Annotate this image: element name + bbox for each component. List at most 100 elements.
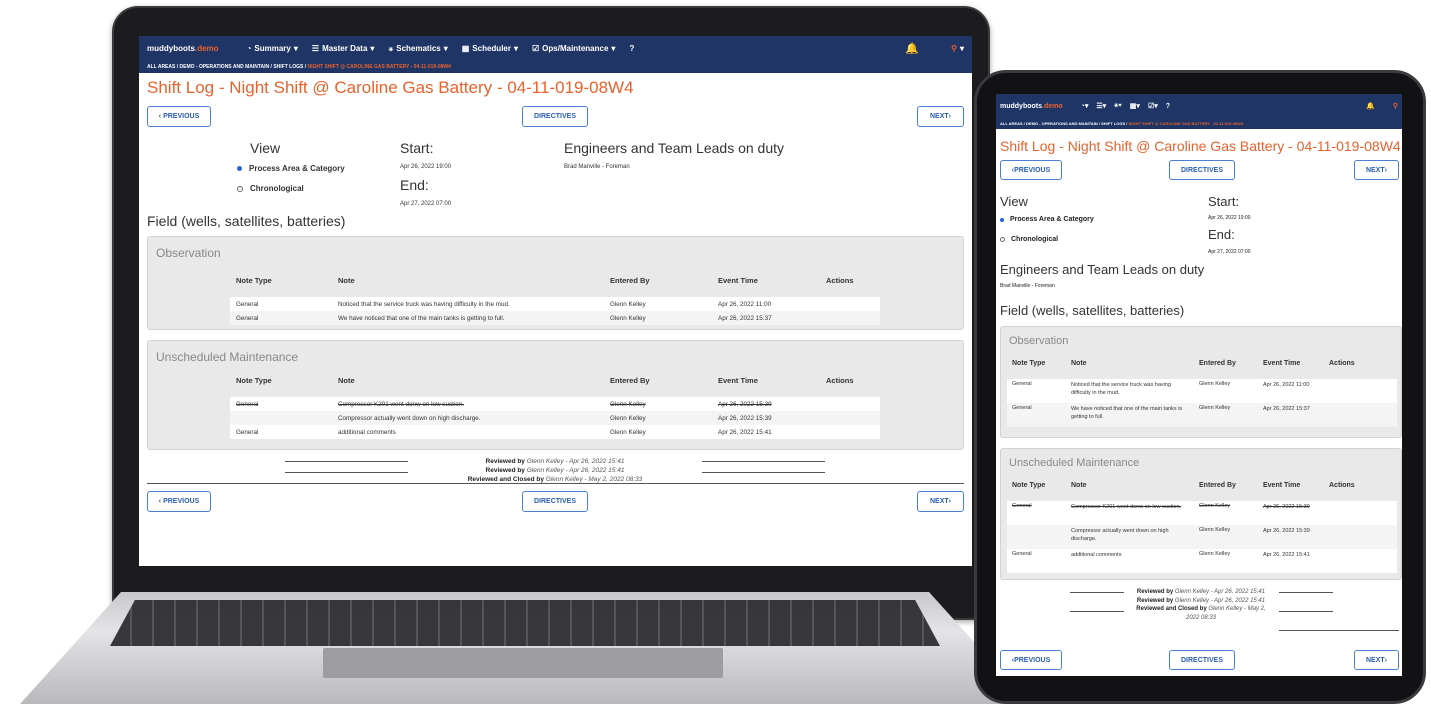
- next-button[interactable]: NEXT ›: [1354, 160, 1399, 180]
- laptop-keyboard: [110, 600, 940, 646]
- engineer-name: Brad Manville - Foreman: [564, 164, 630, 170]
- chevron-down-icon: ▾: [611, 44, 616, 53]
- breadcrumb-demo[interactable]: DEMO - OPERATIONS AND MAINTAIN: [180, 64, 270, 70]
- radio-selected-icon: [237, 166, 242, 171]
- table-row: General additional comments Glenn Kelley…: [1007, 549, 1397, 573]
- previous-button[interactable]: ‹ PREVIOUS: [147, 106, 211, 127]
- radio-unselected-icon: [237, 185, 243, 192]
- view-option-process[interactable]: Process Area & Category: [237, 164, 345, 173]
- laptop-trackpad: [323, 648, 723, 678]
- page-title: Shift Log - Night Shift @ Caroline Gas B…: [147, 78, 634, 97]
- page-title: Shift Log - Night Shift @ Caroline Gas B…: [1000, 138, 1401, 154]
- next-button[interactable]: NEXT ›: [917, 106, 964, 127]
- top-nav: muddyboots.demo ◔▾ ☰▾ ⚹▾ ▦▾ ☑▾ ? 🔔 ⚲: [996, 94, 1402, 118]
- calendar-icon: ▦: [461, 44, 470, 53]
- end-value: Apr 27, 2022 07:00: [400, 201, 452, 207]
- calendar-icon[interactable]: ▦▾: [1130, 102, 1140, 110]
- chevron-down-icon: ▾: [293, 44, 298, 53]
- menu-summary[interactable]: ◔ Summary ▾: [247, 44, 298, 53]
- user-icon[interactable]: ⚲: [1393, 102, 1398, 110]
- checklist-icon: ☑: [532, 44, 540, 53]
- help-icon[interactable]: ?: [1166, 103, 1170, 110]
- divider: [1070, 611, 1124, 612]
- breadcrumb-current: NIGHT SHIFT @ CAROLINE GAS BATTERY - 04-…: [307, 64, 451, 70]
- col-note: Note: [338, 275, 355, 285]
- bell-icon[interactable]: 🔔: [905, 42, 919, 55]
- start-label: Start:: [1208, 194, 1240, 209]
- divider: [702, 461, 825, 462]
- dashboard-icon[interactable]: ◔▾: [1081, 102, 1089, 110]
- maintenance-panel: Unscheduled Maintenance Note Type Note E…: [147, 340, 964, 450]
- observation-table: Note Type Note Entered By Event Time Act…: [230, 270, 880, 325]
- database-icon[interactable]: ☰▾: [1096, 102, 1106, 110]
- menu-ops-maintenance[interactable]: ☑ Ops/Maintenance ▾: [532, 44, 615, 53]
- bell-icon[interactable]: 🔔: [1366, 102, 1375, 110]
- review-line: Reviewed by Glenn Kelley - Apr 26, 2022 …: [485, 458, 625, 465]
- previous-button[interactable]: ‹ PREVIOUS: [1000, 650, 1062, 670]
- maintenance-panel: Unscheduled Maintenance Note Type Note E…: [1000, 448, 1402, 580]
- divider: [1279, 611, 1333, 612]
- view-heading: View: [1000, 194, 1028, 209]
- brand-logo[interactable]: muddyboots.demo: [1000, 103, 1063, 110]
- divider: [1070, 592, 1124, 593]
- engineers-heading: Engineers and Team Leads on duty: [1000, 262, 1205, 277]
- section-heading: Field (wells, satellites, batteries): [1000, 303, 1185, 318]
- previous-button[interactable]: ‹ PREVIOUS: [147, 491, 211, 512]
- user-icon[interactable]: ⚲ ▾: [951, 44, 964, 53]
- directives-button[interactable]: DIRECTIVES: [1169, 650, 1235, 670]
- database-icon: ☰: [311, 44, 320, 53]
- review-block: Reviewed by Glenn Kelley - Apr 26, 2022 …: [419, 457, 691, 484]
- menu-scheduler[interactable]: ▦ Scheduler ▾: [462, 44, 518, 53]
- section-heading: Field (wells, satellites, batteries): [147, 213, 346, 229]
- col-entered-by: Entered By: [610, 275, 650, 285]
- start-label: Start:: [400, 140, 434, 156]
- next-button[interactable]: NEXT ›: [1354, 650, 1399, 670]
- breadcrumb-shift-logs[interactable]: SHIFT LOGS: [273, 64, 303, 70]
- brand-logo[interactable]: muddyboots.demo: [147, 44, 219, 53]
- divider: [285, 461, 408, 462]
- breadcrumb: ALL AREAS / DEMO - OPERATIONS AND MAINTA…: [996, 118, 1402, 129]
- start-value: Apr 26, 2022 19:00: [1208, 215, 1251, 221]
- directives-button[interactable]: DIRECTIVES: [522, 106, 588, 127]
- divider: [285, 472, 408, 473]
- review-block: Reviewed by Glenn Kelley - Apr 26, 2022 …: [1136, 588, 1266, 622]
- start-value: Apr 26, 2022 19:00: [400, 164, 452, 170]
- end-label: End:: [1208, 227, 1235, 242]
- chevron-down-icon: ▾: [513, 44, 518, 53]
- review-line: Reviewed by Glenn Kelley - Apr 26, 2022 …: [1136, 597, 1266, 604]
- review-line: Reviewed and Closed by Glenn Kelley - Ma…: [1136, 606, 1266, 621]
- divider: [1279, 592, 1333, 593]
- table-row: General Noticed that the service truck w…: [230, 297, 880, 311]
- laptop-screen: muddyboots.demo ◔ Summary ▾ ☰ Master Data ▾ …: [139, 36, 972, 566]
- view-option-chronological[interactable]: Chronological: [1000, 236, 1058, 243]
- menu-schematics[interactable]: ⚹ Schematics ▾: [388, 44, 447, 54]
- chevron-down-icon: ▾: [370, 44, 375, 53]
- schematics-icon[interactable]: ⚹▾: [1114, 102, 1122, 110]
- chevron-down-icon: ▾: [443, 44, 448, 53]
- previous-button[interactable]: ‹ PREVIOUS: [1000, 160, 1062, 180]
- dashboard-icon: ◔: [246, 44, 252, 53]
- observation-title: Observation: [156, 246, 221, 260]
- next-button[interactable]: NEXT ›: [917, 491, 964, 512]
- divider: [1279, 630, 1399, 631]
- radio-unselected-icon: [1000, 237, 1005, 242]
- top-nav: muddyboots.demo ◔ Summary ▾ ☰ Master Data ▾ …: [139, 36, 972, 61]
- view-option-process[interactable]: Process Area & Category: [1000, 216, 1094, 223]
- table-row: Compressor actually went down on high di…: [230, 411, 880, 425]
- breadcrumb-all-areas[interactable]: ALL AREAS: [147, 64, 175, 70]
- checklist-icon[interactable]: ☑▾: [1148, 102, 1158, 110]
- table-row: General We have noticed that one of the …: [1007, 403, 1397, 427]
- review-line: Reviewed by Glenn Kelley - Apr 26, 2022 …: [485, 467, 625, 474]
- table-row: Compressor actually went down on high di…: [1007, 525, 1397, 549]
- engineer-name: Brad Manville - Foreman: [1000, 283, 1055, 289]
- menu-master-data[interactable]: ☰ Master Data ▾: [312, 44, 375, 53]
- radio-selected-icon: [1000, 217, 1004, 222]
- observation-table: Note Type Note Entered By Event Time Act…: [1007, 353, 1397, 427]
- directives-button[interactable]: DIRECTIVES: [1169, 160, 1235, 180]
- directives-button[interactable]: DIRECTIVES: [522, 491, 588, 512]
- review-line: Reviewed and Closed by Glenn Kelley - Ma…: [467, 476, 643, 483]
- table-row: General additional comments Glenn Kelley…: [230, 425, 880, 439]
- table-row: General Compressor K201 went donw on low…: [1007, 501, 1397, 525]
- help-icon[interactable]: ?: [629, 44, 634, 53]
- view-option-chronological[interactable]: Chronological: [237, 184, 304, 193]
